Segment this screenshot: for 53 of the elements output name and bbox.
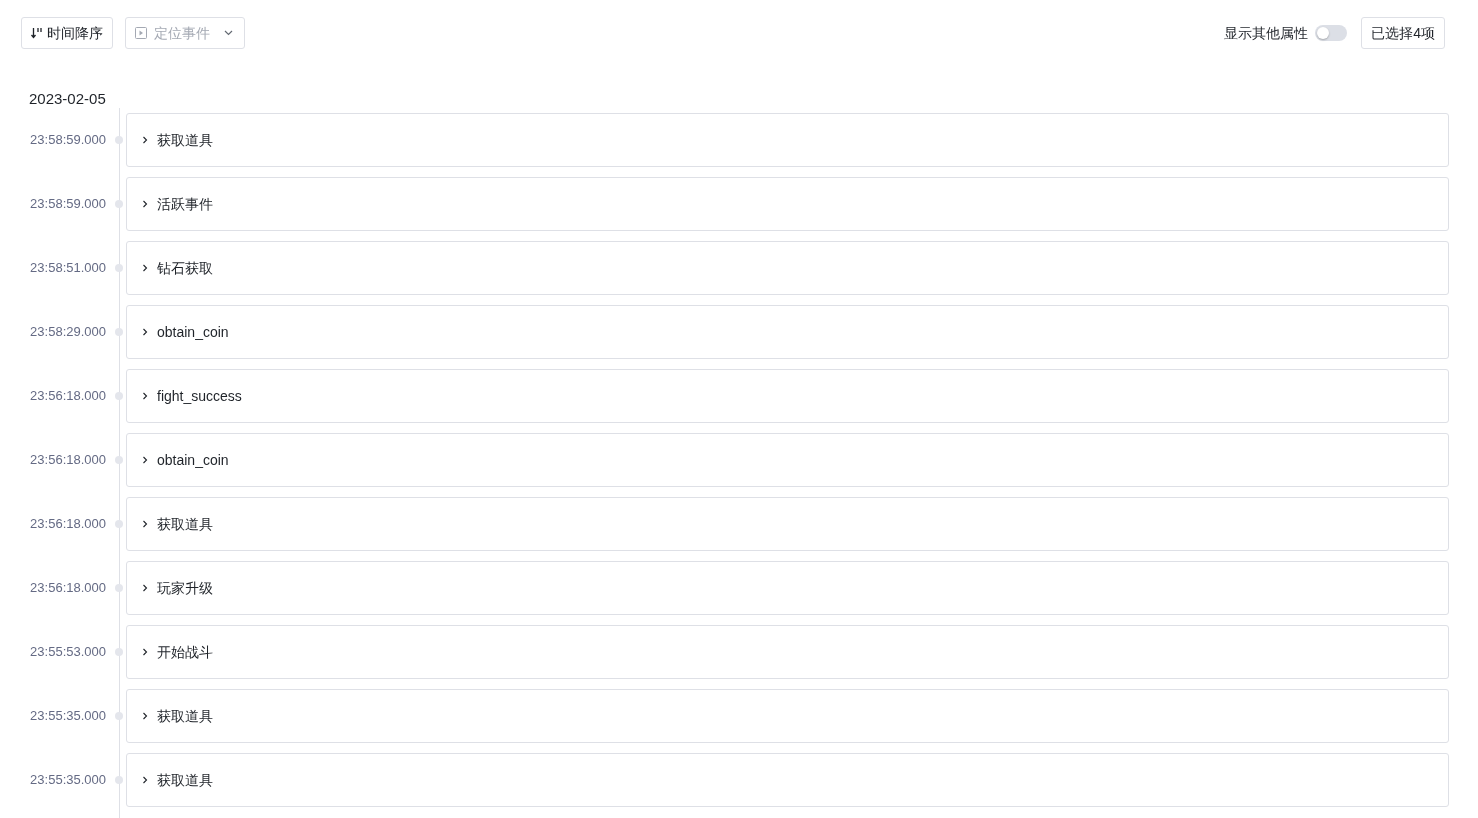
sort-button[interactable]: 时间降序 xyxy=(21,17,113,49)
event-name: obtain_coin xyxy=(157,322,229,342)
event-card[interactable]: 活跃事件 xyxy=(126,177,1449,231)
caret-icon xyxy=(224,30,233,36)
event-time: 23:55:53.000 xyxy=(29,643,106,662)
date-label: 2023-02-05 xyxy=(29,89,107,108)
chevron-icon xyxy=(141,584,149,592)
event-card[interactable]: 获取道具 xyxy=(126,497,1449,551)
event-card[interactable]: 开始战斗 xyxy=(126,625,1449,679)
event-card[interactable]: obtain_coin xyxy=(126,305,1449,359)
event-time: 23:56:18.000 xyxy=(29,579,106,598)
chevron-icon xyxy=(141,456,149,464)
event-name: 活跃事件 xyxy=(157,194,213,214)
event-time: 23:58:59.000 xyxy=(29,131,106,150)
event-name: fight_success xyxy=(157,386,242,406)
event-card[interactable]: 获取道具 xyxy=(126,753,1449,807)
select-placeholder: 定位事件 xyxy=(154,23,210,43)
chevron-icon xyxy=(141,776,149,784)
toggle-label: 显示其他属性 xyxy=(1224,23,1309,43)
event-time: 23:56:18.000 xyxy=(29,515,106,534)
event-name: 获取道具 xyxy=(157,770,213,790)
event-name: 玩家升级 xyxy=(157,578,213,598)
event-card[interactable]: fight_success xyxy=(126,369,1449,423)
chevron-icon xyxy=(141,712,149,720)
event-card[interactable]: obtain_coin xyxy=(126,433,1449,487)
event-card[interactable]: 获取道具 xyxy=(126,689,1449,743)
event-time: 23:56:18.000 xyxy=(29,451,106,470)
toggle-switch[interactable] xyxy=(1315,25,1348,41)
chevron-icon xyxy=(141,648,149,656)
chevron-icon xyxy=(141,392,149,400)
event-time: 23:56:18.000 xyxy=(29,387,106,406)
event-name: 获取道具 xyxy=(157,706,213,726)
event-time: 23:58:51.000 xyxy=(29,259,106,278)
chevron-icon xyxy=(141,200,149,208)
chevron-icon xyxy=(141,264,149,272)
event-time: 23:58:59.000 xyxy=(29,195,106,214)
event-card[interactable]: 钻石获取 xyxy=(126,241,1449,295)
selection-button[interactable]: 已选择4项 xyxy=(1361,17,1445,49)
chevron-icon xyxy=(141,328,149,336)
event-card[interactable]: 获取道具 xyxy=(126,113,1449,167)
event-time: 23:55:35.000 xyxy=(29,707,106,726)
locate-icon xyxy=(135,27,147,39)
event-time: 23:55:35.000 xyxy=(29,771,106,790)
event-card[interactable]: 玩家升级 xyxy=(126,561,1449,615)
event-name: 开始战斗 xyxy=(157,642,213,662)
chevron-icon xyxy=(141,520,149,528)
event-name: obtain_coin xyxy=(157,450,229,470)
event-time: 23:58:29.000 xyxy=(29,323,106,342)
event-name: 获取道具 xyxy=(157,514,213,534)
event-name: 钻石获取 xyxy=(157,258,213,278)
sort-icon xyxy=(31,27,42,39)
event-name: 获取道具 xyxy=(157,130,213,150)
chevron-icon xyxy=(141,136,149,144)
